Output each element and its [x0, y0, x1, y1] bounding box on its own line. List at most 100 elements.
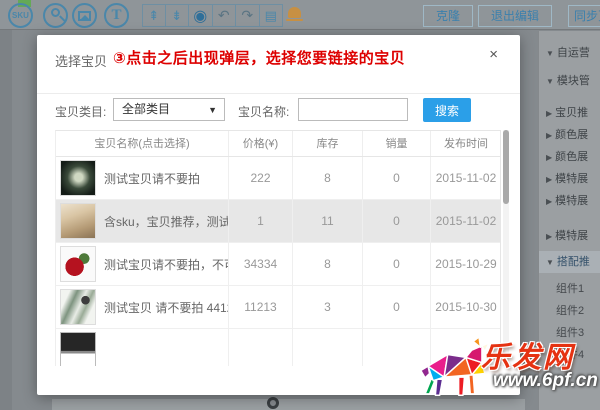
globe-button[interactable]: ◉ [189, 4, 213, 27]
item-date: 2015-11-02 [431, 157, 501, 199]
category-label: 宝贝类目: [55, 103, 106, 120]
table-row[interactable]: 测试宝贝请不要拍 222 8 0 2015-11-02 [56, 157, 500, 200]
item-price: 34334 [229, 243, 293, 285]
triangle-down-icon: ▼ [546, 77, 554, 86]
table-scrollbar-thumb[interactable] [503, 130, 509, 204]
col-header-stock: 库存 [293, 131, 363, 156]
triangle-right-icon: ▶ [546, 153, 552, 162]
sidebar-item-color-display-2[interactable]: ▶颜色展 [546, 148, 600, 164]
globe-icon: ◉ [193, 6, 207, 26]
sidebar-item-component-2[interactable]: 组件2 [556, 302, 600, 318]
bell-icon[interactable] [288, 7, 301, 18]
item-date [431, 329, 501, 366]
col-header-date: 发布时间 [431, 131, 501, 156]
table-row[interactable]: 含sku，宝贝推荐，测试宝贝请不要 1 11 0 2015-11-02 [56, 200, 500, 243]
toolbar-button-group: ⇞ ⇟ ◉ ↶ ↷ ▤ [142, 4, 283, 27]
save-icon: ▤ [265, 8, 277, 24]
col-header-sales: 销量 [363, 131, 431, 156]
close-icon[interactable]: × [489, 47, 498, 62]
item-stock: 11 [293, 200, 363, 242]
item-name: 测试宝贝请不要拍，不可用神笔类 [104, 256, 228, 273]
item-price: 222 [229, 157, 293, 199]
item-sales: 0 [363, 200, 431, 242]
sidebar-item-model-display-1[interactable]: ▶模特展 [546, 170, 600, 186]
triangle-right-icon: ▶ [546, 232, 552, 241]
item-thumbnail [60, 203, 96, 239]
key-icon [49, 6, 62, 19]
table-header-row: 宝贝名称(点击选择) 价格(¥) 库存 销量 发布时间 [56, 131, 500, 157]
item-table: 宝贝名称(点击选择) 价格(¥) 库存 销量 发布时间 测试宝贝请不要拍 222… [55, 130, 501, 366]
item-sales [363, 329, 431, 366]
link-tool-button[interactable] [43, 3, 68, 28]
item-price [229, 329, 293, 366]
sync-page-button[interactable]: 同步页面 [568, 5, 600, 27]
redo-button[interactable]: ↷ [236, 4, 260, 27]
sku-tool-button[interactable]: SKU [8, 3, 33, 28]
search-button[interactable]: 搜索 [423, 98, 471, 122]
item-sales: 0 [363, 157, 431, 199]
item-thumbnail [60, 160, 96, 196]
triangle-down-icon: ▼ [546, 49, 554, 58]
sidebar-item-module-manage[interactable]: ▼模块管 [546, 72, 600, 88]
item-thumbnail [60, 332, 96, 366]
item-price: 1 [229, 200, 293, 242]
insert-above-button[interactable]: ⇞ [142, 4, 166, 27]
item-thumbnail [60, 289, 96, 325]
item-stock: 3 [293, 286, 363, 328]
sku-icon: SKU [12, 11, 29, 20]
col-header-price: 价格(¥) [229, 131, 293, 156]
item-sales: 0 [363, 286, 431, 328]
triangle-right-icon: ▶ [546, 131, 552, 140]
exit-edit-button[interactable]: 退出编辑 [478, 5, 552, 27]
table-row[interactable]: 测试宝贝请不要拍，不可用神笔类 34334 8 0 2015-10-29 [56, 243, 500, 286]
chevron-down-icon: ▼ [208, 100, 217, 121]
sidebar-item-color-display-1[interactable]: ▶颜色展 [546, 126, 600, 142]
item-name: 含sku，宝贝推荐，测试宝贝请不要 [104, 213, 228, 230]
sidebar-item-component-4[interactable]: 组件4 [556, 346, 600, 362]
table-row[interactable]: 测试宝贝 请不要拍 441241 11213 3 0 2015-10-30 [56, 286, 500, 329]
undo-icon: ↶ [218, 7, 230, 24]
text-tool-button[interactable]: T [104, 3, 129, 28]
clone-button[interactable]: 克隆 [423, 5, 473, 27]
save-button[interactable]: ▤ [260, 4, 284, 27]
triangle-down-icon: ▼ [546, 258, 554, 267]
col-header-name: 宝贝名称(点击选择) [56, 131, 229, 156]
editor-toolbar: SKU T ⇞ ⇟ ◉ ↶ ↷ ▤ 克隆 退出编辑 同步页面 [0, 0, 600, 30]
triangle-right-icon: ▶ [546, 175, 552, 184]
item-name: 测试宝贝 请不要拍 441241 [104, 299, 228, 316]
undo-button[interactable]: ↶ [213, 4, 237, 27]
modal-title: 选择宝贝 [55, 51, 107, 70]
module-bar-under-modal [52, 399, 525, 410]
insert-below-button[interactable]: ⇟ [166, 4, 190, 27]
sidebar-item-model-display-2[interactable]: ▶模特展 [546, 192, 600, 208]
triangle-right-icon: ▶ [546, 197, 552, 206]
text-icon: T [111, 7, 121, 24]
sidebar-item-item-recommend[interactable]: ▶宝贝推 [546, 104, 600, 120]
page-left-edge [0, 0, 12, 410]
insert-above-icon: ⇞ [148, 8, 159, 24]
sidebar-item-component-3[interactable]: 组件3 [556, 324, 600, 340]
item-stock: 8 [293, 243, 363, 285]
sidebar-item-self-operate[interactable]: ▼自运营 [546, 44, 600, 60]
header-divider [37, 93, 520, 94]
sidebar-item-model-display-3[interactable]: ▶模特展 [546, 227, 600, 243]
drag-handle-icon [267, 397, 279, 409]
item-name-label: 宝贝名称: [238, 103, 289, 120]
item-name-input[interactable] [298, 98, 408, 121]
item-date: 2015-10-29 [431, 243, 501, 285]
image-icon [78, 11, 91, 21]
sidebar-item-component-1[interactable]: 组件1 [556, 280, 600, 296]
category-select-value: 全部类目 [122, 102, 170, 116]
item-name: 测试宝贝请不要拍 [104, 170, 200, 187]
category-select[interactable]: 全部类目 ▼ [113, 98, 225, 121]
triangle-right-icon: ▶ [546, 109, 552, 118]
image-tool-button[interactable] [72, 3, 97, 28]
insert-below-icon: ⇟ [171, 8, 182, 24]
item-thumbnail [60, 246, 96, 282]
table-row[interactable] [56, 329, 500, 366]
select-item-modal: 选择宝贝 ③点击之后出现弹层，选择您要链接的宝贝 × 宝贝类目: 全部类目 ▼ … [37, 35, 520, 395]
annotation-text: ③点击之后出现弹层，选择您要链接的宝贝 [113, 47, 405, 68]
item-stock: 8 [293, 157, 363, 199]
sidebar-item-match-recommend[interactable]: ▼搭配推 [539, 251, 600, 273]
item-price: 11213 [229, 286, 293, 328]
